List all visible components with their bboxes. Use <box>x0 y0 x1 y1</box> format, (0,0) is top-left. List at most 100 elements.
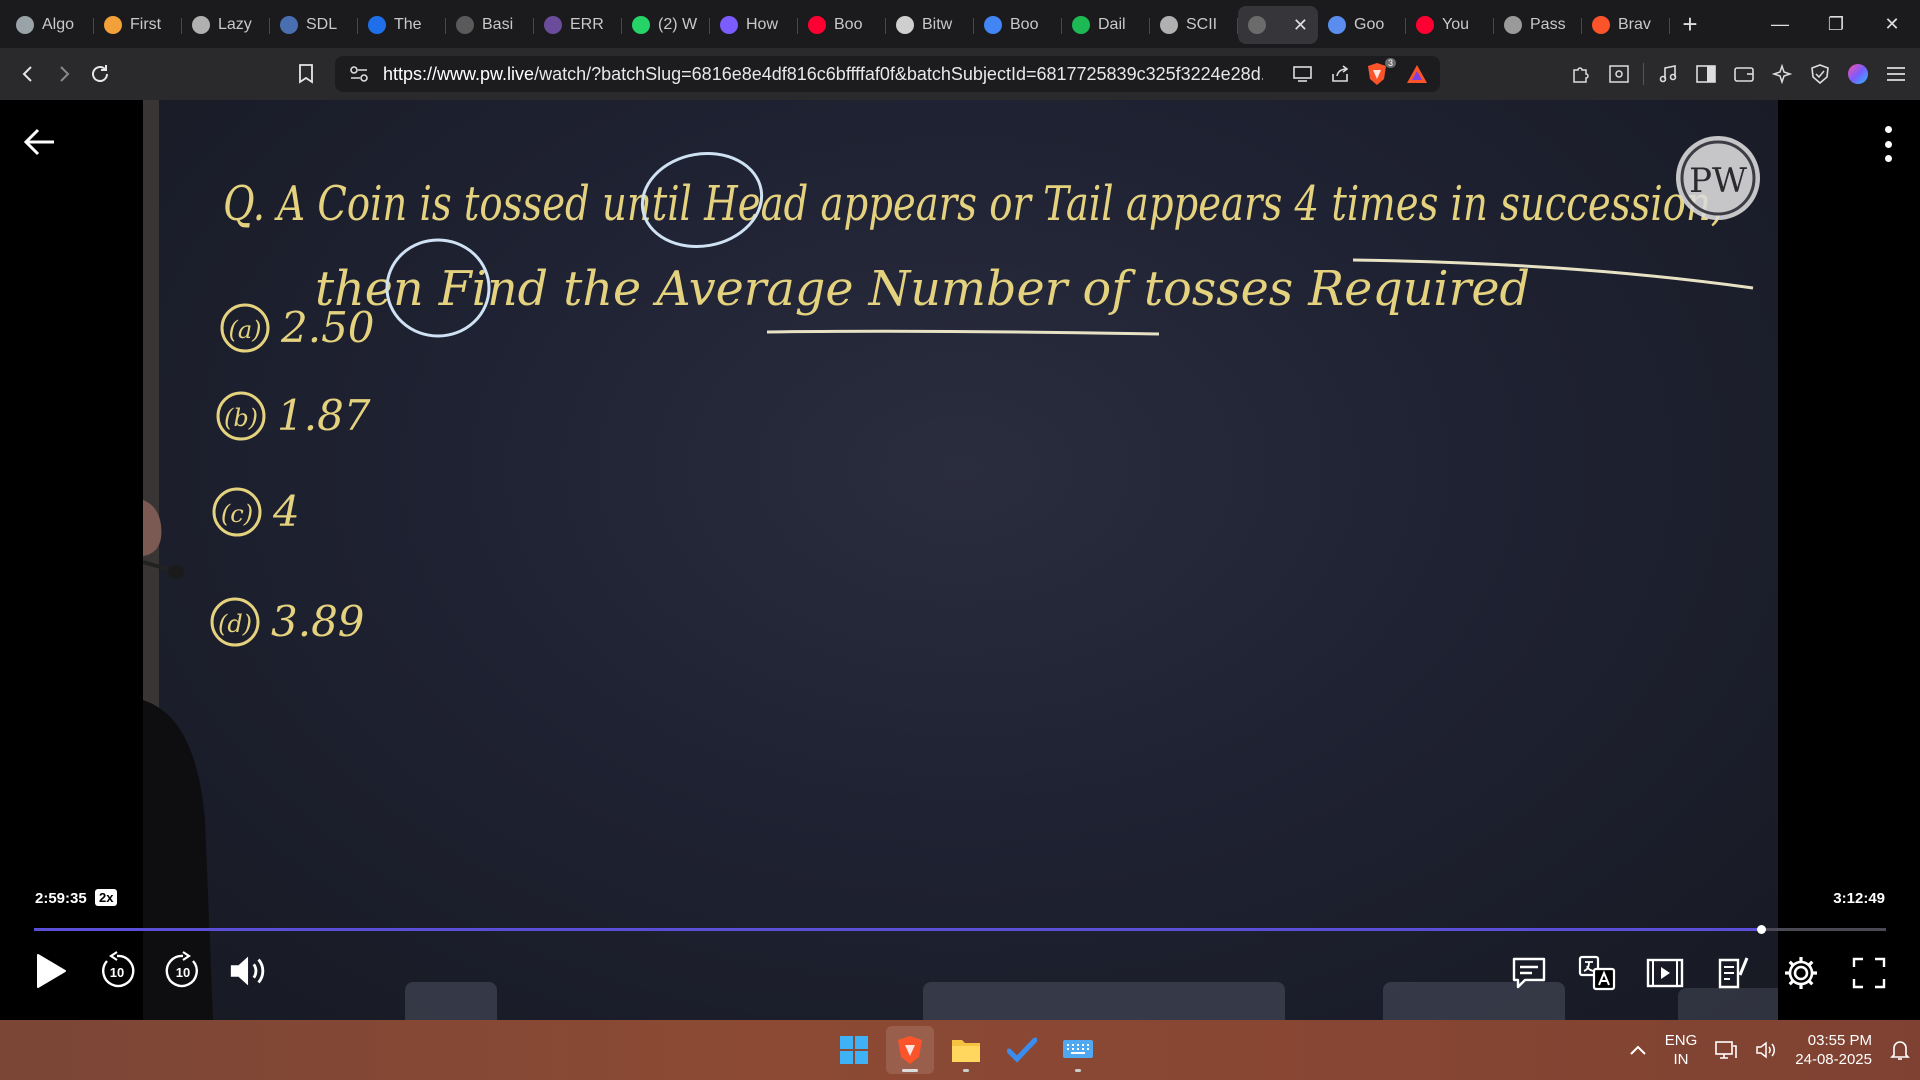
cast-icon[interactable] <box>1292 65 1314 83</box>
tab[interactable]: Basi <box>446 6 534 44</box>
seek-bar[interactable] <box>34 925 1886 934</box>
shield-icon <box>1811 64 1829 84</box>
reload-button[interactable] <box>82 56 118 92</box>
tab[interactable]: ERR <box>534 6 622 44</box>
windows-logo-icon <box>840 1036 868 1064</box>
sidebar-icon <box>1696 65 1716 83</box>
gear-icon <box>1785 957 1817 989</box>
address-bar[interactable]: https://www.pw.live/watch/?batchSlug=681… <box>335 56 1440 92</box>
notes-button[interactable] <box>1712 952 1754 994</box>
tab[interactable]: Boo <box>974 6 1062 44</box>
tab[interactable]: SDL <box>270 6 358 44</box>
option-label: (d) <box>218 610 252 638</box>
tab-title: Boo <box>834 16 863 33</box>
tab[interactable]: First <box>94 6 182 44</box>
tab[interactable]: You <box>1406 6 1494 44</box>
volume-button[interactable] <box>228 950 270 992</box>
tab[interactable]: The <box>358 6 446 44</box>
taskbar-brave[interactable] <box>886 1026 934 1074</box>
play-button[interactable] <box>30 950 72 992</box>
minimize-button[interactable]: — <box>1752 0 1808 48</box>
forward-button[interactable] <box>46 56 82 92</box>
arrow-left-icon <box>23 128 54 156</box>
language-code: ENG <box>1664 1032 1698 1049</box>
extensions-button[interactable] <box>1567 60 1595 88</box>
start-button[interactable] <box>830 1026 878 1074</box>
tab-title: Pass <box>1530 16 1566 33</box>
brave-shields-button[interactable]: 3 <box>1366 58 1396 86</box>
player-more-button[interactable] <box>1882 126 1894 162</box>
restore-button[interactable]: ❐ <box>1808 0 1864 48</box>
brave-rewards-icon[interactable] <box>1406 64 1428 84</box>
question-line-1: Q. A Coin is tossed until Head appears o… <box>223 176 1723 232</box>
tab[interactable]: (2) W <box>622 6 710 44</box>
mini-player-button[interactable] <box>1644 952 1686 994</box>
input-language[interactable]: ENG IN <box>1665 1031 1698 1069</box>
playback-speed-badge[interactable]: 2x <box>95 889 118 906</box>
media-button[interactable] <box>1654 60 1682 88</box>
tab[interactable]: Algo <box>6 6 94 44</box>
tab[interactable]: Goo <box>1318 6 1406 44</box>
tab-title: SDL <box>306 16 338 33</box>
tab[interactable]: Pass <box>1494 6 1582 44</box>
browser-toolbar: https://www.pw.live/watch/?batchSlug=681… <box>0 48 1920 100</box>
brave-shield-icon <box>1368 63 1386 85</box>
rewind-10-button[interactable]: 10 <box>96 950 138 992</box>
notification-bell-icon[interactable] <box>1890 1039 1910 1061</box>
player-back-button[interactable] <box>22 124 62 164</box>
tab-active[interactable]: ✕ <box>1238 6 1318 44</box>
option-value: 3.89 <box>271 597 365 646</box>
new-tab-button[interactable]: + <box>1670 5 1710 43</box>
key-icon <box>1504 16 1522 34</box>
tab[interactable]: How <box>710 6 798 44</box>
translate-button[interactable] <box>1576 952 1618 994</box>
music-note-icon <box>1659 65 1677 83</box>
taskbar-touch-keyboard[interactable] <box>1054 1026 1102 1074</box>
forward-10-button[interactable]: 10 <box>162 950 204 992</box>
taskbar-todo[interactable] <box>998 1026 1046 1074</box>
tab[interactable]: Lazy <box>182 6 270 44</box>
seek-bar-handle[interactable] <box>1756 925 1766 934</box>
answer-option: (a) 2.50 <box>220 303 375 353</box>
fullscreen-button[interactable] <box>1848 952 1890 994</box>
tab[interactable]: Dail <box>1062 6 1150 44</box>
url-host: https://www.pw.live <box>383 63 535 84</box>
folder-icon <box>952 1040 980 1062</box>
window-controls: — ❐ ✕ <box>1752 0 1920 48</box>
chevron-up-icon[interactable] <box>1629 1044 1647 1056</box>
image-icon <box>280 16 298 34</box>
vpn-button[interactable] <box>1806 60 1834 88</box>
bookmark-button[interactable] <box>288 56 324 92</box>
taskbar-file-explorer[interactable] <box>942 1026 990 1074</box>
network-icon[interactable] <box>1715 1040 1738 1060</box>
play-icon <box>37 954 66 988</box>
leo-ai-button[interactable] <box>1768 60 1796 88</box>
back-button[interactable] <box>10 56 46 92</box>
wallet-button[interactable] <box>1730 60 1758 88</box>
site-settings-icon[interactable] <box>349 65 369 83</box>
tab[interactable]: SCII <box>1150 6 1238 44</box>
speaker-icon[interactable] <box>1755 1040 1777 1060</box>
main-menu-button[interactable] <box>1882 60 1910 88</box>
tab-close-button[interactable]: ✕ <box>1293 15 1308 36</box>
video-frame[interactable]: Q. A Coin is tossed until Head appears o… <box>143 100 1778 1020</box>
puzzle-icon <box>1573 67 1589 83</box>
picture-in-picture-icon <box>1646 958 1684 988</box>
wallet-icon <box>1734 67 1754 82</box>
whiteboard-pages-toolbar <box>405 982 497 1020</box>
tab-title: ERR <box>570 16 604 33</box>
chat-button[interactable] <box>1508 952 1550 994</box>
system-clock[interactable]: 03:55 PM 24-08-2025 <box>1795 1031 1872 1069</box>
chat-icon <box>1512 957 1546 989</box>
profile-button[interactable] <box>1844 60 1872 88</box>
sidebar-toggle-button[interactable] <box>1692 60 1720 88</box>
reader-icon <box>1609 65 1629 83</box>
share-icon[interactable] <box>1330 64 1350 84</box>
tab[interactable]: Bitw <box>886 6 974 44</box>
tab[interactable]: Boo <box>798 6 886 44</box>
settings-button[interactable] <box>1780 952 1822 994</box>
close-window-button[interactable]: ✕ <box>1864 0 1920 48</box>
video-player[interactable]: Q. A Coin is tossed until Head appears o… <box>0 100 1920 1020</box>
tab[interactable]: Brav <box>1582 6 1670 44</box>
reader-mode-button[interactable] <box>1605 60 1633 88</box>
